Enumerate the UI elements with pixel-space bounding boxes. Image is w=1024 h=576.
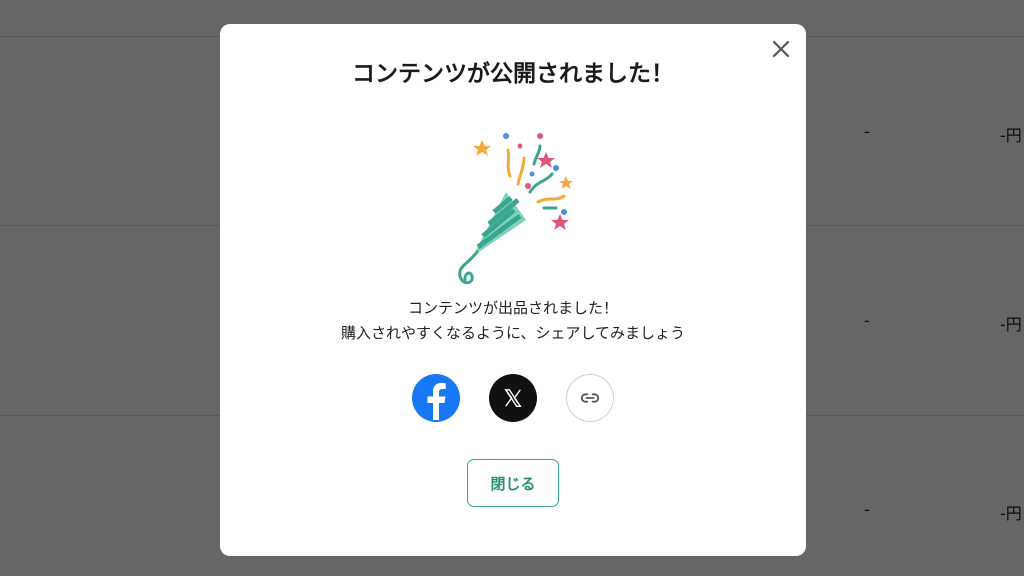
copy-link-button[interactable] xyxy=(566,374,614,422)
share-buttons xyxy=(220,374,806,422)
share-message: コンテンツが出品されました！ 購入されやすくなるように、シェアしてみましょう xyxy=(220,296,806,346)
message-line: 購入されやすくなるように、シェアしてみましょう xyxy=(340,324,686,342)
message-line: コンテンツが出品されました！ xyxy=(407,299,618,317)
party-popper-icon xyxy=(458,133,573,285)
x-icon xyxy=(504,389,522,407)
close-modal-button[interactable]: 閉じる xyxy=(467,459,559,507)
published-modal: コンテンツが公開されました！ コンテンツが出品されました！ 購入されやすくなるよ… xyxy=(220,24,806,556)
facebook-share-button[interactable] xyxy=(412,374,460,422)
facebook-icon xyxy=(427,383,446,420)
x-share-button[interactable] xyxy=(489,374,537,422)
modal-title: コンテンツが公開されました！ xyxy=(352,61,674,87)
link-icon xyxy=(580,393,600,403)
